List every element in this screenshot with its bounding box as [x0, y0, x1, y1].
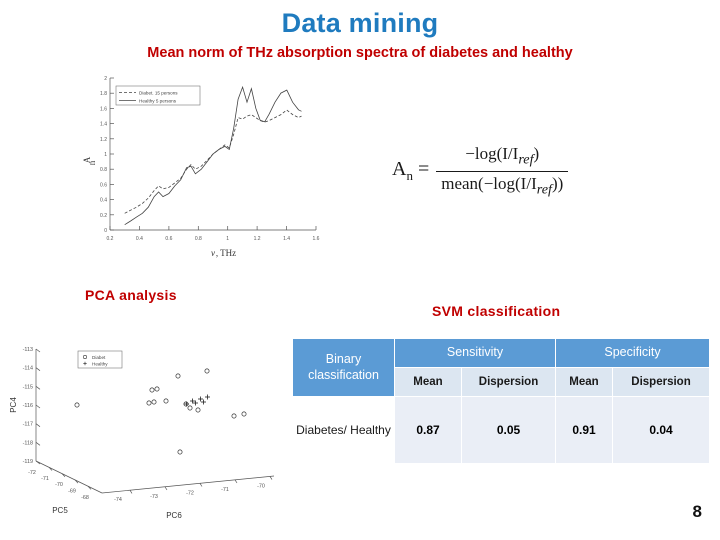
cell-row-label: Diabetes/ Healthy [292, 396, 395, 464]
cell-specificity-dispersion: 0.04 [612, 396, 710, 464]
svg-text:1.2: 1.2 [100, 137, 107, 143]
svg-text:0.4: 0.4 [136, 236, 143, 242]
svg-text:1.6: 1.6 [313, 236, 320, 242]
svg-text:-73: -73 [150, 494, 158, 500]
formula-denominator: mean(−log(I/Iref)) [436, 170, 569, 198]
svg-text:-70: -70 [55, 482, 63, 488]
svg-text:-72: -72 [186, 490, 194, 496]
svg-text:-117: -117 [23, 422, 33, 428]
svg-text:1.2: 1.2 [254, 236, 261, 242]
subheader-specificity-dispersion: Dispersion [612, 367, 710, 397]
svg-text:ν: ν [211, 248, 215, 258]
svg-text:1.8: 1.8 [100, 91, 107, 97]
cell-sensitivity-mean: 0.87 [394, 396, 462, 464]
svg-text:0.2: 0.2 [107, 236, 114, 242]
svg-text:-71: -71 [221, 487, 229, 493]
svg-text:0.8: 0.8 [100, 167, 107, 173]
svg-text:1.4: 1.4 [100, 122, 107, 128]
svg-text:n: n [87, 160, 97, 165]
svg-text:Healthy 5 persons: Healthy 5 persons [139, 98, 177, 103]
pca-scatter-chart: -113 -114 -115 -116 -117 -118 -119 PC4 -… [2, 333, 290, 533]
pca-analysis-label: PCA analysis [85, 287, 177, 303]
svg-text:0.2: 0.2 [100, 213, 107, 219]
header-sensitivity: Sensitivity [394, 338, 556, 368]
svg-text:0.8: 0.8 [195, 236, 202, 242]
svg-text:Diabet: Diabet [92, 355, 106, 360]
subheader-specificity-mean: Mean [555, 367, 613, 397]
cell-specificity-mean: 0.91 [555, 396, 613, 464]
svg-text:PC6: PC6 [166, 511, 182, 520]
spectra-chart: 0 0.2 0.4 0.6 0.8 1 1.2 1.4 1.6 1.8 2 0.… [78, 70, 328, 268]
formula-numerator: −log(I/Iref) [465, 144, 540, 168]
spectra-legend: Diabet. 15 persons Healthy 5 persons [115, 85, 201, 106]
svg-text:2: 2 [104, 76, 107, 82]
slide: Data mining Mean norm of THz absorption … [0, 0, 720, 540]
header-specificity: Specificity [555, 338, 710, 368]
svg-text:1.4: 1.4 [283, 236, 290, 242]
svg-text:PC5: PC5 [52, 506, 68, 515]
svg-text:1.6: 1.6 [100, 106, 107, 112]
page-title: Data mining [281, 8, 439, 38]
svm-classification-label: SVM classification [432, 303, 561, 319]
svg-text:-69: -69 [68, 489, 76, 495]
svg-text:-72: -72 [28, 470, 36, 476]
svg-text:Diabet. 15 persons: Diabet. 15 persons [139, 90, 178, 95]
svg-text:, THz: , THz [216, 248, 236, 258]
table-header-row: Binary classification Sensitivity Specif… [292, 338, 710, 397]
page-number: 8 [692, 502, 702, 521]
page-subtitle: Mean norm of THz absorption spectra of d… [147, 45, 573, 61]
svg-text:Healthy: Healthy [92, 361, 108, 366]
cell-sensitivity-dispersion: 0.05 [461, 396, 556, 464]
svg-text:-119: -119 [23, 459, 33, 465]
normalization-formula: An = −log(I/Iref) mean(−log(I/Iref)) [392, 140, 642, 202]
formula-lhs: An = [392, 158, 430, 183]
subheader-sensitivity-mean: Mean [394, 367, 462, 397]
formula-fraction: −log(I/Iref) mean(−log(I/Iref)) [436, 144, 569, 198]
svg-text:-68: -68 [81, 495, 89, 501]
svg-text:-74: -74 [114, 497, 122, 503]
svg-text:-114: -114 [23, 366, 33, 372]
svg-text:-70: -70 [257, 484, 265, 490]
results-table: Binary classification Sensitivity Specif… [292, 338, 710, 464]
svg-text:0: 0 [104, 228, 107, 234]
svg-text:-113: -113 [23, 347, 33, 353]
svg-text:1: 1 [104, 152, 107, 158]
svg-text:-115: -115 [23, 384, 33, 390]
svg-text:1: 1 [226, 236, 229, 242]
header-binary-classification: Binary classification [292, 338, 395, 397]
table-row: Diabetes/ Healthy 0.87 0.05 0.91 0.04 [292, 396, 710, 464]
svg-text:0.6: 0.6 [165, 236, 172, 242]
svg-text:PC4: PC4 [9, 397, 18, 413]
svg-text:-116: -116 [23, 403, 33, 409]
svg-text:-71: -71 [41, 476, 49, 482]
svg-text:0.6: 0.6 [100, 182, 107, 188]
svg-text:-118: -118 [23, 440, 33, 446]
subheader-sensitivity-dispersion: Dispersion [461, 367, 556, 397]
svg-text:0.4: 0.4 [100, 198, 107, 204]
pca-legend: Diabet Healthy [77, 350, 123, 369]
